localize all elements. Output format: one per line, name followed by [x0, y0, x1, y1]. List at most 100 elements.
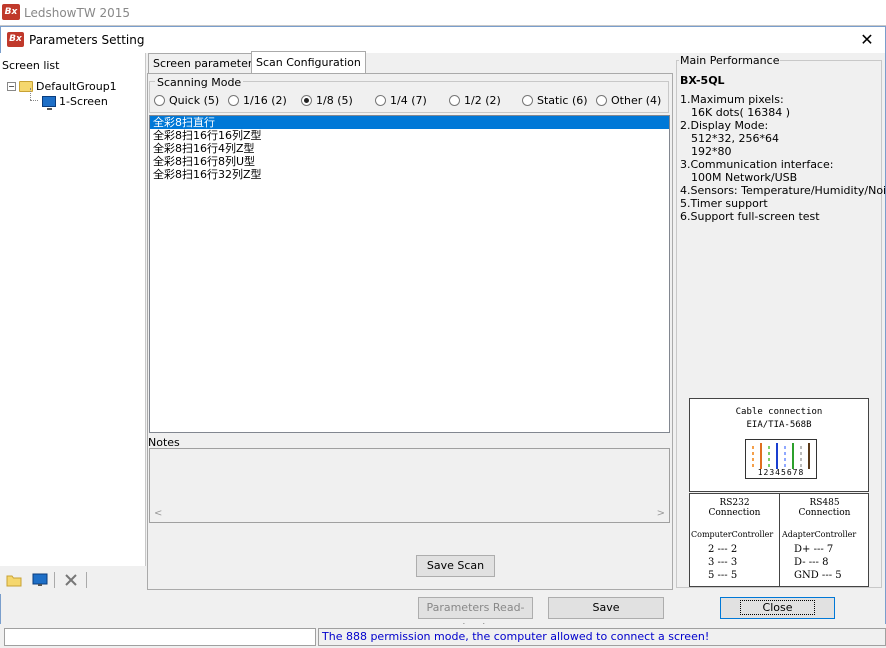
- monitor-icon: [32, 573, 48, 586]
- wire-3: [768, 443, 770, 469]
- rs232-title: RS232: [719, 498, 750, 508]
- radio-quick[interactable]: Quick (5): [154, 94, 219, 107]
- radio-button-selected-icon: [301, 95, 312, 106]
- scan-mode-list[interactable]: 全彩8扫直行 全彩8扫16行16列Z型 全彩8扫16行4列Z型 全彩8扫16行8…: [149, 115, 670, 433]
- cable-title: Cable connection: [735, 407, 823, 417]
- rs232-pin: 5 --- 5: [708, 570, 738, 581]
- rs232-pin: 2 --- 2: [708, 544, 738, 555]
- monitor-icon: [42, 95, 56, 110]
- radio-other[interactable]: Other (4): [596, 94, 661, 107]
- rs485-column-headers: AdapterController: [782, 530, 857, 539]
- tree-connector: [30, 100, 38, 101]
- tree-connector: [30, 88, 31, 100]
- dialog-title: Parameters Setting: [29, 33, 145, 47]
- rs485-pin: GND --- 5: [794, 570, 842, 581]
- status-bar: The 888 permission mode, the computer al…: [0, 624, 886, 648]
- spec-line: 192*80: [691, 145, 732, 158]
- collapse-icon[interactable]: −: [7, 81, 16, 91]
- rs485-pin: D- --- 8: [794, 557, 829, 568]
- notes-textarea[interactable]: < >: [149, 448, 670, 523]
- close-button[interactable]: Close: [720, 597, 835, 619]
- tree-item-1-screen[interactable]: 1-Screen: [42, 94, 108, 110]
- close-button-label: Close: [739, 600, 816, 615]
- radio-1-16[interactable]: 1/16 (2): [228, 94, 287, 107]
- list-item[interactable]: 全彩8扫16行16列Z型: [150, 129, 669, 142]
- list-item[interactable]: 全彩8扫直行: [150, 116, 669, 129]
- spec-line: 3.Communication interface:: [680, 158, 834, 171]
- tree-item-defaultgroup1[interactable]: − DefaultGroup1: [7, 79, 117, 93]
- list-item[interactable]: 全彩8扫16行4列Z型: [150, 142, 669, 155]
- dialog-logo-icon: Bx: [7, 32, 24, 47]
- scroll-left-icon[interactable]: <: [154, 508, 162, 519]
- parameters-read-back-button[interactable]: Parameters Read-back: [418, 597, 533, 634]
- rs232-subtitle: Connection: [708, 508, 761, 518]
- spec-line: 1.Maximum pixels:: [680, 93, 784, 106]
- radio-button-icon: [154, 95, 165, 106]
- rs485-title: RS485: [809, 498, 840, 508]
- spec-line: 4.Sensors: Temperature/Humidity/Noise: [680, 184, 886, 197]
- tab-scan-configuration[interactable]: Scan Configuration: [251, 51, 366, 73]
- radio-label: Static (6): [537, 94, 588, 107]
- close-icon[interactable]: ✕: [857, 30, 877, 50]
- app-logo-icon: Bx: [2, 4, 20, 20]
- radio-button-icon: [375, 95, 386, 106]
- add-group-button[interactable]: [6, 572, 22, 588]
- cable-connection-diagram: Cable connection EIA/TIA-568B 12345678: [689, 398, 869, 492]
- scanning-mode-legend: Scanning Mode: [155, 76, 244, 89]
- radio-label: Quick (5): [169, 94, 220, 107]
- list-item[interactable]: 全彩8扫16行8列U型: [150, 155, 669, 168]
- folder-icon: [6, 575, 22, 587]
- radio-1-8[interactable]: 1/8 (5): [301, 94, 353, 107]
- delete-icon: [65, 574, 77, 586]
- add-screen-button[interactable]: [32, 572, 48, 588]
- radio-button-icon: [449, 95, 460, 106]
- spec-line: 100M Network/USB: [691, 171, 798, 184]
- save-scan-button[interactable]: Save Scan: [416, 555, 495, 577]
- wire-8: [808, 443, 810, 469]
- save-button[interactable]: Save: [548, 597, 664, 619]
- radio-label: 1/4 (7): [390, 94, 427, 107]
- radio-label: 1/8 (5): [316, 94, 353, 107]
- radio-static[interactable]: Static (6): [522, 94, 588, 107]
- pin-numbers: 12345678: [757, 468, 805, 477]
- tree-item-label: DefaultGroup1: [36, 79, 117, 93]
- spec-line: 2.Display Mode:: [680, 119, 769, 132]
- screen-list-toolbar: [0, 566, 146, 594]
- cable-standard: EIA/TIA-568B: [746, 420, 812, 430]
- radio-1-4[interactable]: 1/4 (7): [375, 94, 427, 107]
- wire-4: [776, 443, 778, 469]
- rj45-connector-icon: 12345678: [745, 439, 817, 479]
- wire-1: [752, 443, 754, 469]
- list-item[interactable]: 全彩8扫16行32列Z型: [150, 168, 669, 181]
- rs485-subtitle: Connection: [798, 508, 851, 518]
- scroll-right-icon[interactable]: >: [657, 508, 665, 519]
- rs232-column-headers: ComputerController: [691, 530, 774, 539]
- main-performance-legend: Main Performance: [679, 54, 781, 67]
- spec-line: 6.Support full-screen test: [680, 210, 820, 223]
- horizontal-scrollbar[interactable]: < >: [150, 506, 669, 522]
- toolbar-divider: [54, 572, 55, 588]
- app-title: LedshowTW 2015: [24, 6, 131, 20]
- rs485-pin: D+ --- 7: [794, 544, 834, 555]
- rs232-pin: 3 --- 3: [708, 557, 738, 568]
- radio-label: 1/2 (2): [464, 94, 501, 107]
- spec-line: 512*32, 256*64: [691, 132, 779, 145]
- rs232-heading: RS232 Connection: [690, 498, 779, 518]
- status-message: The 888 permission mode, the computer al…: [318, 628, 886, 646]
- spec-line: 5.Timer support: [680, 197, 768, 210]
- spec-line: 16K dots( 16384 ): [691, 106, 791, 119]
- wire-6: [792, 443, 794, 469]
- wire-5: [784, 443, 786, 469]
- rs485-heading: RS485 Connection: [780, 498, 869, 518]
- delete-button[interactable]: [63, 572, 79, 588]
- app-title-bar: Bx LedshowTW 2015: [0, 0, 886, 26]
- radio-button-icon: [228, 95, 239, 106]
- tree-item-label: 1-Screen: [59, 94, 108, 108]
- radio-1-2[interactable]: 1/2 (2): [449, 94, 501, 107]
- serial-connection-diagram: RS232 Connection RS485 Connection Comput…: [689, 493, 869, 587]
- wire-2: [760, 443, 762, 469]
- screen-list-panel: Screen list − DefaultGroup1 1-Screen: [0, 53, 146, 590]
- screen-list-header: Screen list: [2, 59, 60, 72]
- dialog-title-bar: Bx Parameters Setting ✕: [1, 27, 885, 53]
- tab-screen-parameters[interactable]: Screen parameters: [148, 53, 264, 73]
